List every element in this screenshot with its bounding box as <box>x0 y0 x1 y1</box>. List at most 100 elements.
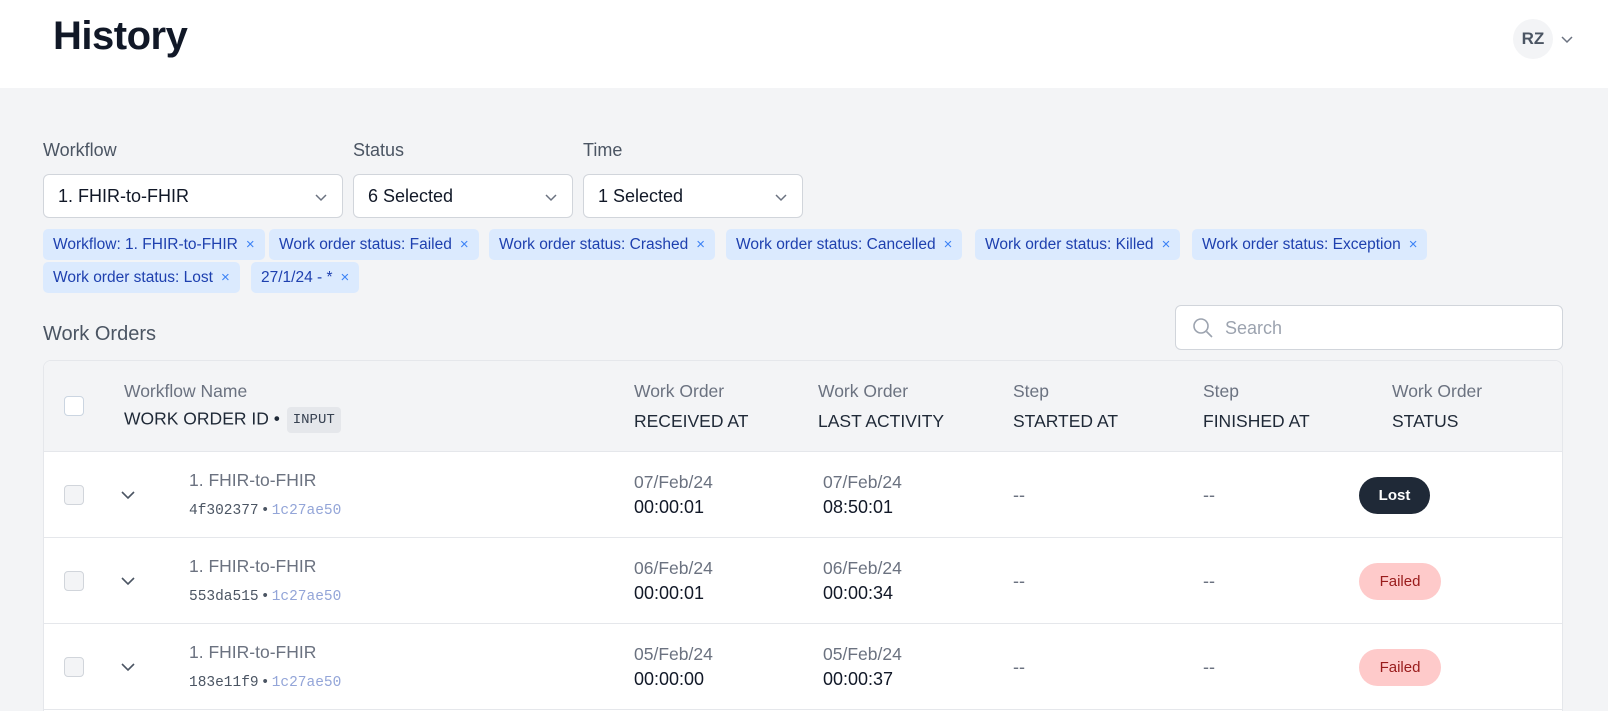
status-select[interactable]: 6 Selected <box>353 174 573 218</box>
filter-chip-label: Workflow: 1. FHIR-to-FHIR <box>53 235 238 253</box>
row-checkbox[interactable] <box>64 657 84 677</box>
close-icon[interactable]: × <box>341 269 350 286</box>
workflow-select[interactable]: 1. FHIR-to-FHIR <box>43 174 343 218</box>
filter-chip: Work order status: Failed × <box>269 229 479 260</box>
chevron-down-icon <box>775 194 787 202</box>
workflow-filter-label: Workflow <box>43 140 117 160</box>
col-finished-at[interactable]: FINISHED AT <box>1203 411 1310 432</box>
close-icon[interactable]: × <box>221 269 230 286</box>
close-icon[interactable]: × <box>1409 236 1418 253</box>
filter-chip-label: Work order status: Killed <box>985 235 1154 253</box>
filter-chip-label: Work order status: Exception <box>1202 235 1401 253</box>
col-received-top: Work Order <box>634 381 725 401</box>
table-row[interactable]: 1. FHIR-to-FHIR 4f302377 • 1c27ae50 07/Feb… <box>44 452 1562 538</box>
status-filter-label: Status <box>353 140 405 160</box>
col-started-at[interactable]: STARTED AT <box>1013 411 1118 432</box>
workflow-name: 1. FHIR-to-FHIR <box>189 470 317 490</box>
activity-time: 00:00:34 <box>823 583 894 603</box>
received-time: 00:00:01 <box>634 583 705 603</box>
work-orders-title: Work Orders <box>43 323 156 345</box>
input-link[interactable]: 1c27ae50 <box>272 589 342 605</box>
input-link[interactable]: 1c27ae50 <box>272 675 342 691</box>
close-icon[interactable]: × <box>1162 236 1171 253</box>
col-status-top: Work Order <box>1392 381 1483 401</box>
activity-date: 07/Feb/24 <box>823 472 902 492</box>
activity-date: 06/Feb/24 <box>823 558 902 578</box>
top-header: History RZ <box>0 0 1608 88</box>
filter-chip-label: 27/1/24 - * <box>261 268 333 286</box>
filter-chip: 27/1/24 - * × <box>251 262 360 293</box>
activity-time: 00:00:37 <box>823 669 894 689</box>
filter-chip-label: Work order status: Cancelled <box>736 235 936 253</box>
workflow-name: 1. FHIR-to-FHIR <box>189 642 317 662</box>
search-icon <box>1193 318 1213 338</box>
col-started-top: Step <box>1013 381 1049 401</box>
status-select-value: 6 Selected <box>368 185 454 206</box>
chevron-down-icon[interactable] <box>120 573 136 589</box>
col-status[interactable]: STATUS <box>1392 411 1458 432</box>
row-checkbox[interactable] <box>64 485 84 505</box>
received-date: 06/Feb/24 <box>634 558 713 578</box>
col-last-activity[interactable]: LAST ACTIVITY <box>818 411 944 432</box>
chevron-down-icon[interactable] <box>1560 32 1574 46</box>
status-badge: Failed <box>1359 563 1441 600</box>
input-tag: INPUT <box>286 407 341 433</box>
filter-chip: Work order status: Cancelled × <box>726 229 963 260</box>
work-order-id-value: 553da515 <box>189 589 259 605</box>
work-order-id: 4f302377 • 1c27ae50 <box>189 502 342 519</box>
chevron-down-icon[interactable] <box>120 487 136 503</box>
chevron-down-icon[interactable] <box>120 659 136 675</box>
row-checkbox[interactable] <box>64 571 84 591</box>
activity-date: 05/Feb/24 <box>823 644 902 664</box>
search-box <box>1175 305 1563 350</box>
select-all-checkbox[interactable] <box>64 396 84 416</box>
chevron-down-icon <box>315 194 327 202</box>
col-finished-top: Step <box>1203 381 1239 401</box>
filter-chip-label: Work order status: Crashed <box>499 235 689 253</box>
received-time: 00:00:00 <box>634 669 705 689</box>
filter-chip-label: Work order status: Failed <box>279 235 452 253</box>
col-workflow-name: Workflow Name <box>124 381 248 401</box>
col-activity-top: Work Order <box>818 381 909 401</box>
step-started: -- <box>1013 485 1025 505</box>
step-started: -- <box>1013 657 1025 677</box>
col-work-order-id: WORK ORDER ID • INPUT <box>124 407 341 433</box>
page-title: History <box>53 14 188 58</box>
workflow-select-value: 1. FHIR-to-FHIR <box>58 185 190 206</box>
col-work-order-id-label: WORK ORDER ID <box>124 408 269 429</box>
filter-chip-label: Work order status: Lost <box>53 268 213 286</box>
table-row[interactable]: 1. FHIR-to-FHIR 553da515 • 1c27ae50 06/Feb… <box>44 538 1562 624</box>
filter-chip: Workflow: 1. FHIR-to-FHIR × <box>43 229 265 260</box>
work-order-id-value: 4f302377 <box>189 503 259 519</box>
filter-chip: Work order status: Exception × <box>1192 229 1428 260</box>
table-row[interactable]: 1. FHIR-to-FHIR 183e11f9 • 1c27ae50 05/Feb… <box>44 624 1562 710</box>
input-link[interactable]: 1c27ae50 <box>272 503 342 519</box>
work-order-id: 183e11f9 • 1c27ae50 <box>189 674 342 691</box>
close-icon[interactable]: × <box>944 236 953 253</box>
step-started: -- <box>1013 571 1025 591</box>
col-received-at[interactable]: RECEIVED AT <box>634 411 748 432</box>
time-select[interactable]: 1 Selected <box>583 174 803 218</box>
received-date: 05/Feb/24 <box>634 644 713 664</box>
step-finished: -- <box>1203 571 1215 591</box>
close-icon[interactable]: × <box>696 236 705 253</box>
time-select-value: 1 Selected <box>598 185 684 206</box>
close-icon[interactable]: × <box>460 236 469 253</box>
chevron-down-icon <box>545 194 557 202</box>
time-filter-label: Time <box>583 140 623 160</box>
filter-chip: Work order status: Lost × <box>43 262 240 293</box>
search-input[interactable] <box>1225 316 1545 340</box>
step-finished: -- <box>1203 657 1215 677</box>
filter-chip: Work order status: Killed × <box>975 229 1181 260</box>
workflow-name: 1. FHIR-to-FHIR <box>189 556 317 576</box>
received-time: 00:00:01 <box>634 497 705 517</box>
step-finished: -- <box>1203 485 1215 505</box>
user-avatar[interactable]: RZ <box>1513 19 1553 59</box>
filter-chip: Work order status: Crashed × <box>489 229 715 260</box>
work-order-id-value: 183e11f9 <box>189 675 259 691</box>
close-icon[interactable]: × <box>246 236 255 253</box>
received-date: 07/Feb/24 <box>634 472 713 492</box>
work-orders-table: Workflow Name WORK ORDER ID • INPUT Work… <box>43 360 1563 711</box>
table-header: Workflow Name WORK ORDER ID • INPUT Work… <box>44 361 1562 452</box>
status-badge: Failed <box>1359 649 1441 686</box>
